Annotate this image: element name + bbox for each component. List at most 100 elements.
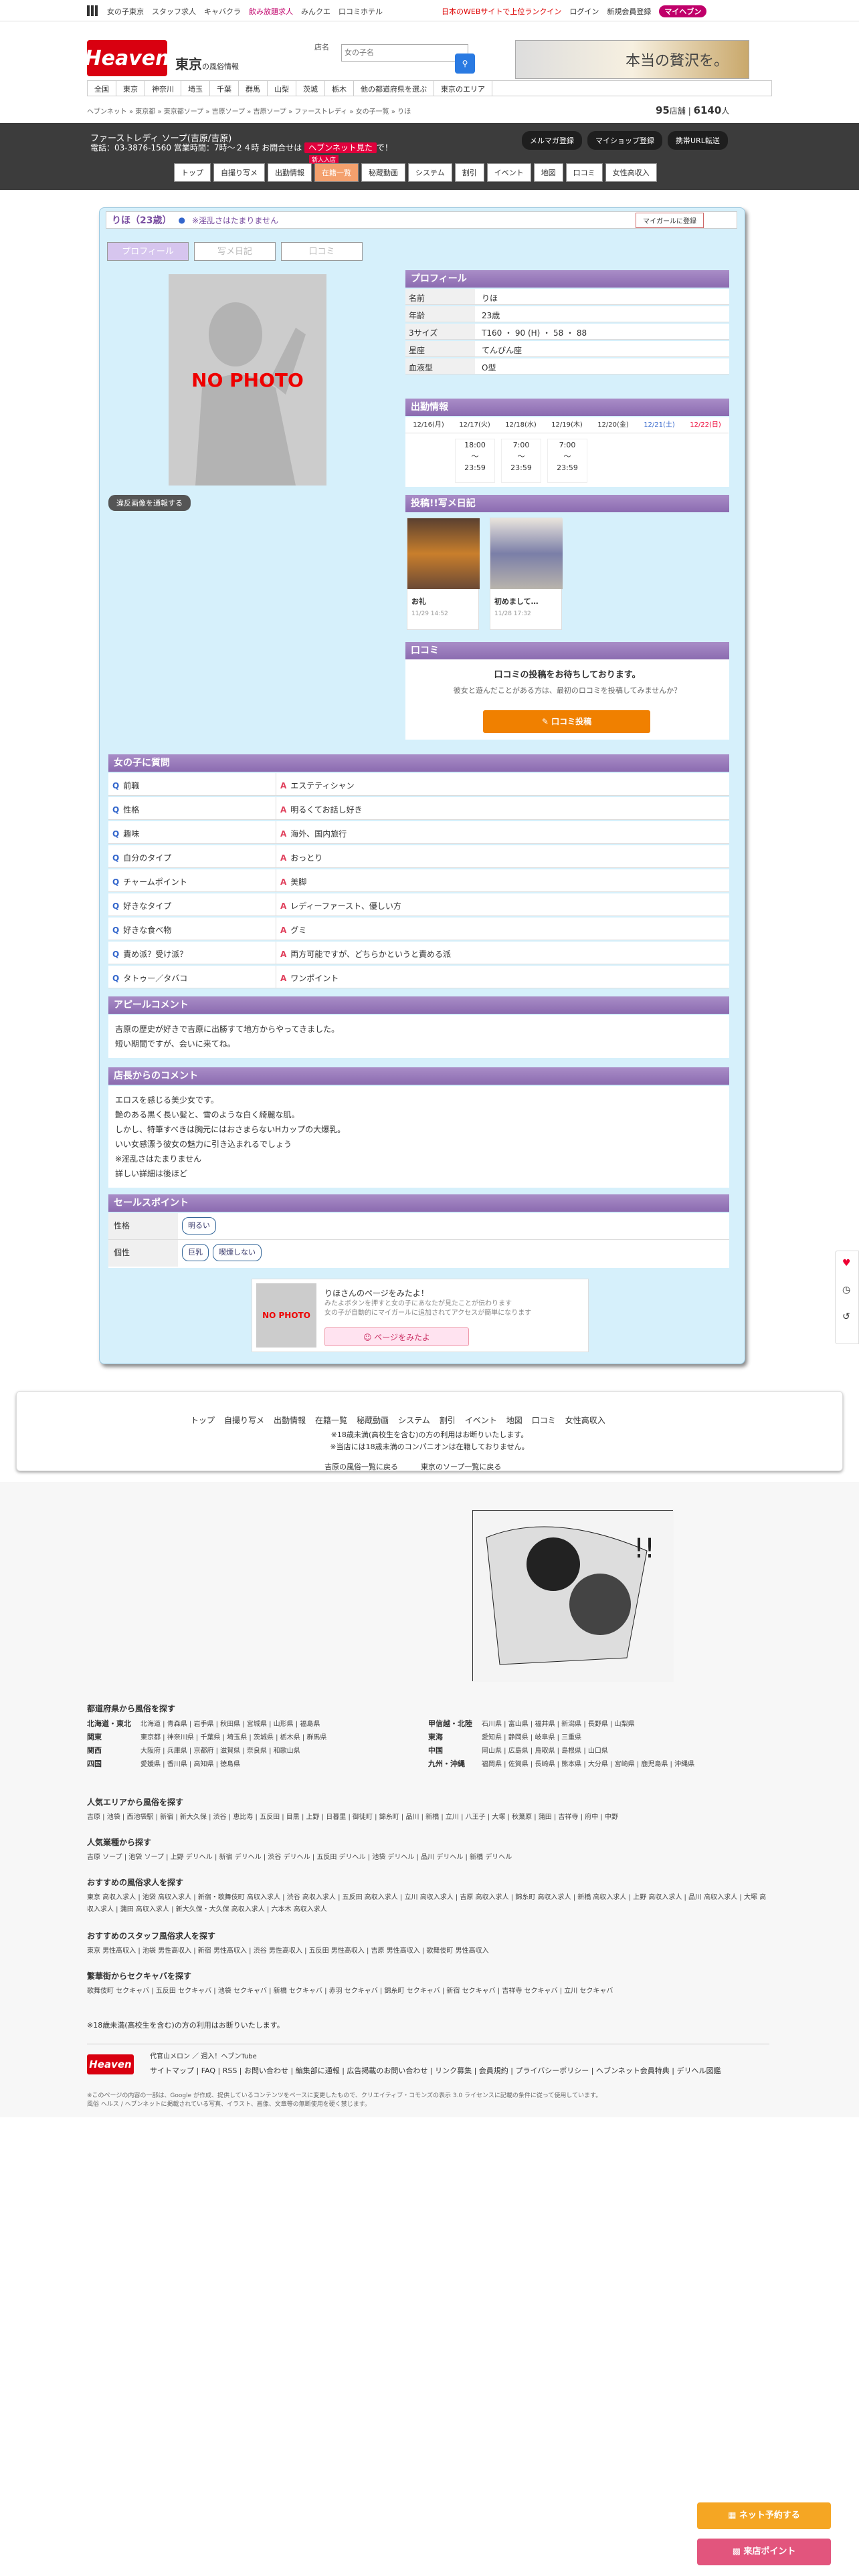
nav-item[interactable]: 茨城 [296,81,325,96]
nav-item[interactable]: 山梨 [268,81,296,96]
search-button[interactable]: ⚲ [455,53,475,74]
mitayo-button[interactable]: ☺ ページをみたよ [324,1327,469,1346]
tab-kuchikomi[interactable]: 口コミ [281,242,363,261]
answer: ワンポイント [290,974,339,983]
login-link[interactable]: ログイン [569,6,599,17]
mailmag-button[interactable]: メルマガ登録 [522,131,582,150]
nav-item[interactable]: 他の都道府県を選ぶ [354,81,434,96]
slot-start: 7:00 [512,441,530,449]
footer-nav-link[interactable]: 出勤情報 [274,1414,306,1426]
search-input[interactable] [341,44,468,62]
register-link[interactable]: 新規会員登録 [607,6,651,17]
tab-event[interactable]: イベント [486,163,531,182]
smile-icon: ☺ [363,1333,375,1342]
footer-links[interactable]: サイトマップ | FAQ | RSS | お問い合わせ | 編集部に通報 | 広… [150,2065,725,2076]
diary-card[interactable]: 初めまして… 11/28 17:32 [490,518,563,630]
top-link[interactable]: 女の子東京 [107,6,144,17]
diary-card[interactable]: お礼 11/29 14:52 [407,518,480,630]
footer-nav-link[interactable]: トップ [191,1414,215,1426]
pref-list[interactable]: 北海道 | 青森県 | 岩手県 | 秋田県 | 宮城県 | 山形県 | 福島県 [140,1718,428,1731]
pref-list[interactable]: 愛媛県 | 香川県 | 高知県 | 徳島県 [140,1758,428,1772]
footer-nav-link[interactable]: 自撮り写メ [224,1414,264,1426]
footer-nav-link[interactable]: システム [398,1414,430,1426]
nav-item[interactable]: 東京のエリア [434,81,492,96]
myshop-button[interactable]: マイショップ登録 [587,131,662,150]
footer-nav-link[interactable]: イベント [465,1414,497,1426]
top-link[interactable]: スタッフ求人 [152,6,196,17]
tab-profile[interactable]: プロフィール [107,242,189,261]
pref-list[interactable]: 大阪府 | 兵庫県 | 京都府 | 滋賀県 | 奈良県 | 和歌山県 [140,1745,428,1758]
nav-item[interactable]: 栃木 [325,81,354,96]
footer-logo[interactable]: Heaven [87,2054,134,2074]
banner-ad[interactable]: 本当の贅沢を。 [515,40,749,79]
section-title: 人気エリアから風俗を探す [87,1798,184,1807]
kuchikomi-post-button[interactable]: ✎ 口コミ投稿 [483,710,650,733]
tab-video[interactable]: 秘蔵動画 [361,163,405,182]
footer-nav-link[interactable]: 割引 [440,1414,456,1426]
tab-schedule[interactable]: 出勤情報 [268,163,312,182]
footer-nav-link[interactable]: 女性高収入 [565,1414,605,1426]
history-icon[interactable]: ↺ [842,1311,850,1322]
nav-item[interactable]: 東京 [116,81,145,96]
myheaven-button[interactable]: マイヘブン [659,5,707,17]
footer-nav-link[interactable]: 秘蔵動画 [357,1414,389,1426]
tab-review[interactable]: 口コミ [565,163,603,182]
mobile-url-button[interactable]: 携帯URL転送 [668,131,728,150]
footer-sub[interactable]: 代官山メロン ／ 週入！ヘブンTube [150,2050,257,2060]
nav-item[interactable]: 千葉 [210,81,239,96]
girl-count: 6140 [693,104,722,116]
top-link[interactable]: キャバクラ [204,6,241,17]
sales-tag[interactable]: 巨乳 [182,1244,209,1261]
sales-tag[interactable]: 喫煙しない [213,1244,262,1261]
schedule-slot[interactable]: 7:00 〜 23:59 [547,439,587,483]
pref-list[interactable]: 岡山県 | 広島県 | 鳥取県 | 島根県 | 山口県 [482,1745,769,1758]
pref-list[interactable]: 愛知県 | 静岡県 | 岐阜県 | 三重県 [482,1731,769,1745]
mygirl-button[interactable]: マイガールに登録 [636,213,704,228]
link-list[interactable]: 東京 高収入求人 | 池袋 高収入求人 | 新宿・歌舞伎町 高収入求人 | 渋谷… [87,1892,769,1916]
tab-system[interactable]: システム [408,163,452,182]
footer-nav-link[interactable]: 口コミ [532,1414,556,1426]
pref-list[interactable]: 東京都 | 神奈川県 | 千葉県 | 埼玉県 | 茨城県 | 栃木県 | 群馬県 [140,1731,428,1745]
link-list[interactable]: 東京 男性高収入 | 池袋 男性高収入 | 新宿 男性高収入 | 渋谷 男性高収… [87,1945,769,1957]
tab-map[interactable]: 地図 [533,163,563,182]
heart-icon[interactable]: ♥ [842,1258,851,1269]
breadcrumb[interactable]: ヘブンネット » 東京都 » 東京都ソープ » 吉原ソープ » 吉原ソープ » … [87,106,411,116]
back-link[interactable]: 吉原の風俗一覧に戻る [324,1461,398,1472]
top-link[interactable]: 口コミホテル [339,6,383,17]
tab-girls[interactable]: 在籍一覧 [314,163,359,182]
ranking-link[interactable]: 日本のWEBサイトで上位ランクイン [442,6,561,17]
visit-point-label: 来店ポイント [743,2547,796,2557]
link-list[interactable]: 歌舞伎町 セクキャバ | 五反田 セクキャバ | 池袋 セクキャバ | 新橋 セ… [87,1985,769,1998]
pref-list[interactable]: 福岡県 | 佐賀県 | 長崎県 | 熊本県 | 大分県 | 宮崎県 | 鹿児島県… [482,1758,769,1772]
clock-icon[interactable]: ◷ [842,1285,850,1295]
top-link[interactable]: みんクエ [301,6,330,17]
diary-title: お礼 [411,597,426,606]
report-button[interactable]: 違反画像を通報する [108,495,191,511]
site-logo[interactable]: Heaven [85,40,169,76]
tab-diary[interactable]: 写メ日記 [194,242,276,261]
nav-item[interactable]: 群馬 [239,81,268,96]
tab-top[interactable]: トップ [174,163,211,182]
nav-item[interactable]: 全国 [88,81,116,96]
pref-list[interactable]: 石川県 | 富山県 | 福井県 | 新潟県 | 長野県 | 山梨県 [482,1718,769,1731]
schedule-slot[interactable]: 18:00 〜 23:59 [455,439,495,483]
menu-grid-icon[interactable] [87,5,98,16]
qa-header: 女の子に質問 [108,754,729,772]
visit-point-button[interactable]: ▩ 来店ポイント [697,2539,831,2565]
tab-selfie[interactable]: 自撮り写メ [213,163,265,182]
top-link[interactable]: 飲み放題求人 [249,6,293,17]
question: 前職 [123,781,140,790]
manga-banner[interactable]: !! [472,1510,674,1682]
back-link[interactable]: 東京のソープ一覧に戻る [421,1461,501,1472]
link-list[interactable]: 吉原 | 池袋 | 西池袋駅 | 新宿 | 新大久保 | 渋谷 | 恵比寿 | … [87,1812,769,1824]
nav-item[interactable]: 埼玉 [181,81,210,96]
schedule-slot[interactable]: 7:00 〜 23:59 [501,439,541,483]
net-reserve-button[interactable]: ▦ ネット予約する [697,2502,831,2529]
link-list[interactable]: 吉原 ソープ | 池袋 ソープ | 上野 デリヘル | 新宿 デリヘル | 渋谷… [87,1852,769,1864]
tab-recruit[interactable]: 女性高収入 [605,163,657,182]
tab-discount[interactable]: 割引 [454,163,484,182]
footer-nav-link[interactable]: 在籍一覧 [315,1414,347,1426]
sales-tag[interactable]: 明るい [182,1217,216,1235]
footer-nav-link[interactable]: 地図 [506,1414,522,1426]
nav-item[interactable]: 神奈川 [145,81,181,96]
